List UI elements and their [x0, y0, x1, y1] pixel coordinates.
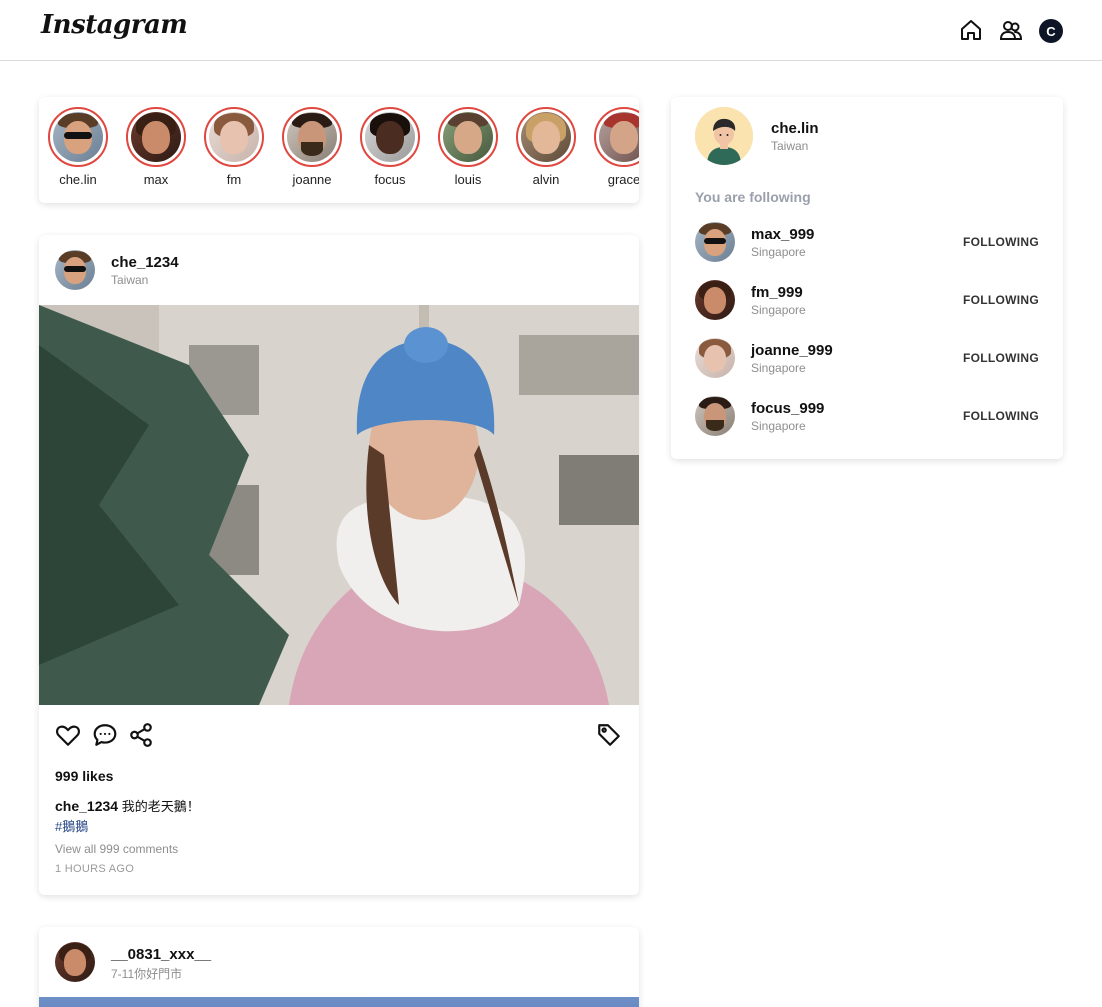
story-ring: [126, 107, 186, 167]
story-ring: [204, 107, 264, 167]
post-location: Taiwan: [111, 273, 149, 287]
following-username[interactable]: joanne_999: [751, 342, 833, 359]
following-button[interactable]: FOLLOWING: [963, 293, 1039, 307]
post-timestamp: 1 HOURS AGO: [55, 863, 135, 875]
feed-post: __0831_xxx__ 7-11你好門市: [39, 927, 639, 1007]
profile-avatar-button[interactable]: C: [1039, 19, 1063, 43]
post-caption: che_1234 我的老天鵝！: [55, 796, 200, 815]
avatar: [287, 112, 337, 162]
story-item[interactable]: max: [121, 107, 191, 187]
story-ring: [360, 107, 420, 167]
stories-bar: che.lin max fm joanne focus louis alvin …: [39, 97, 639, 203]
story-name: grace: [607, 172, 639, 187]
avatar: [209, 112, 259, 162]
following-username[interactable]: max_999: [751, 226, 814, 243]
avatar[interactable]: [695, 222, 735, 262]
view-comments-link[interactable]: View all 999 comments: [55, 842, 178, 856]
story-item[interactable]: che.lin: [43, 107, 113, 187]
avatar: [443, 112, 493, 162]
post-username[interactable]: che_1234: [111, 254, 179, 271]
story-name: joanne: [292, 172, 332, 187]
avatar[interactable]: [55, 942, 95, 982]
caption-username[interactable]: che_1234: [55, 798, 118, 814]
feed-post: che_1234 Taiwan 999 likes che_1234 我的老天鵝…: [39, 235, 639, 895]
following-list-item: max_999 Singapore FOLLOWING: [695, 222, 1039, 264]
story-ring: [594, 107, 639, 167]
avatar[interactable]: [695, 338, 735, 378]
following-location: Singapore: [751, 303, 806, 317]
story-name: alvin: [532, 172, 560, 187]
post-username[interactable]: __0831_xxx__: [111, 946, 211, 963]
hashtag-link[interactable]: #鵝鵝: [55, 816, 88, 835]
story-ring: [438, 107, 498, 167]
following-username[interactable]: fm_999: [751, 284, 803, 301]
instagram-logo[interactable]: Instagram: [41, 10, 188, 40]
story-name: che.lin: [59, 172, 97, 187]
avatar[interactable]: [695, 280, 735, 320]
comment-icon[interactable]: [92, 722, 118, 748]
top-navigation-bar: Instagram C: [0, 0, 1102, 61]
illustrated-avatar-icon: [695, 107, 753, 165]
like-heart-icon[interactable]: [55, 722, 81, 748]
post-photo: [39, 305, 639, 705]
sidebar-profile-card: che.lin Taiwan You are following max_999…: [671, 97, 1063, 459]
avatar[interactable]: [55, 250, 95, 290]
following-heading: You are following: [695, 189, 811, 205]
following-button[interactable]: FOLLOWING: [963, 351, 1039, 365]
avatar: [53, 112, 103, 162]
story-name: fm: [226, 172, 242, 187]
avatar: [599, 112, 639, 162]
likes-count: 999 likes: [55, 768, 114, 784]
post-image[interactable]: [39, 305, 639, 705]
story-item[interactable]: alvin: [511, 107, 581, 187]
post-image[interactable]: [39, 997, 639, 1007]
story-name: focus: [374, 172, 406, 187]
following-location: Singapore: [751, 361, 806, 375]
story-item[interactable]: fm: [199, 107, 269, 187]
following-list-item: joanne_999 Singapore FOLLOWING: [695, 338, 1039, 380]
caption-text: 我的老天鵝！: [121, 799, 200, 814]
current-user-avatar[interactable]: [695, 107, 753, 165]
story-name: louis: [454, 172, 482, 187]
story-ring: [516, 107, 576, 167]
story-ring: [282, 107, 342, 167]
story-item[interactable]: joanne: [277, 107, 347, 187]
following-location: Singapore: [751, 419, 806, 433]
home-icon[interactable]: [959, 18, 983, 42]
avatar: [521, 112, 571, 162]
following-list-item: focus_999 Singapore FOLLOWING: [695, 396, 1039, 438]
current-user-name[interactable]: che.lin: [771, 120, 819, 137]
post-location: 7-11你好門市: [111, 967, 183, 981]
share-icon[interactable]: [128, 722, 154, 748]
story-ring: [48, 107, 108, 167]
story-item[interactable]: louis: [433, 107, 503, 187]
story-item[interactable]: focus: [355, 107, 425, 187]
current-user-location: Taiwan: [771, 139, 809, 153]
tag-icon[interactable]: [596, 722, 622, 748]
friends-icon[interactable]: [999, 18, 1023, 42]
following-location: Singapore: [751, 245, 806, 259]
avatar: [131, 112, 181, 162]
following-username[interactable]: focus_999: [751, 400, 824, 417]
avatar[interactable]: [695, 396, 735, 436]
following-button[interactable]: FOLLOWING: [963, 409, 1039, 423]
avatar: [365, 112, 415, 162]
following-list-item: fm_999 Singapore FOLLOWING: [695, 280, 1039, 322]
story-name: max: [143, 172, 169, 187]
following-button[interactable]: FOLLOWING: [963, 235, 1039, 249]
story-item[interactable]: grace: [589, 107, 639, 187]
